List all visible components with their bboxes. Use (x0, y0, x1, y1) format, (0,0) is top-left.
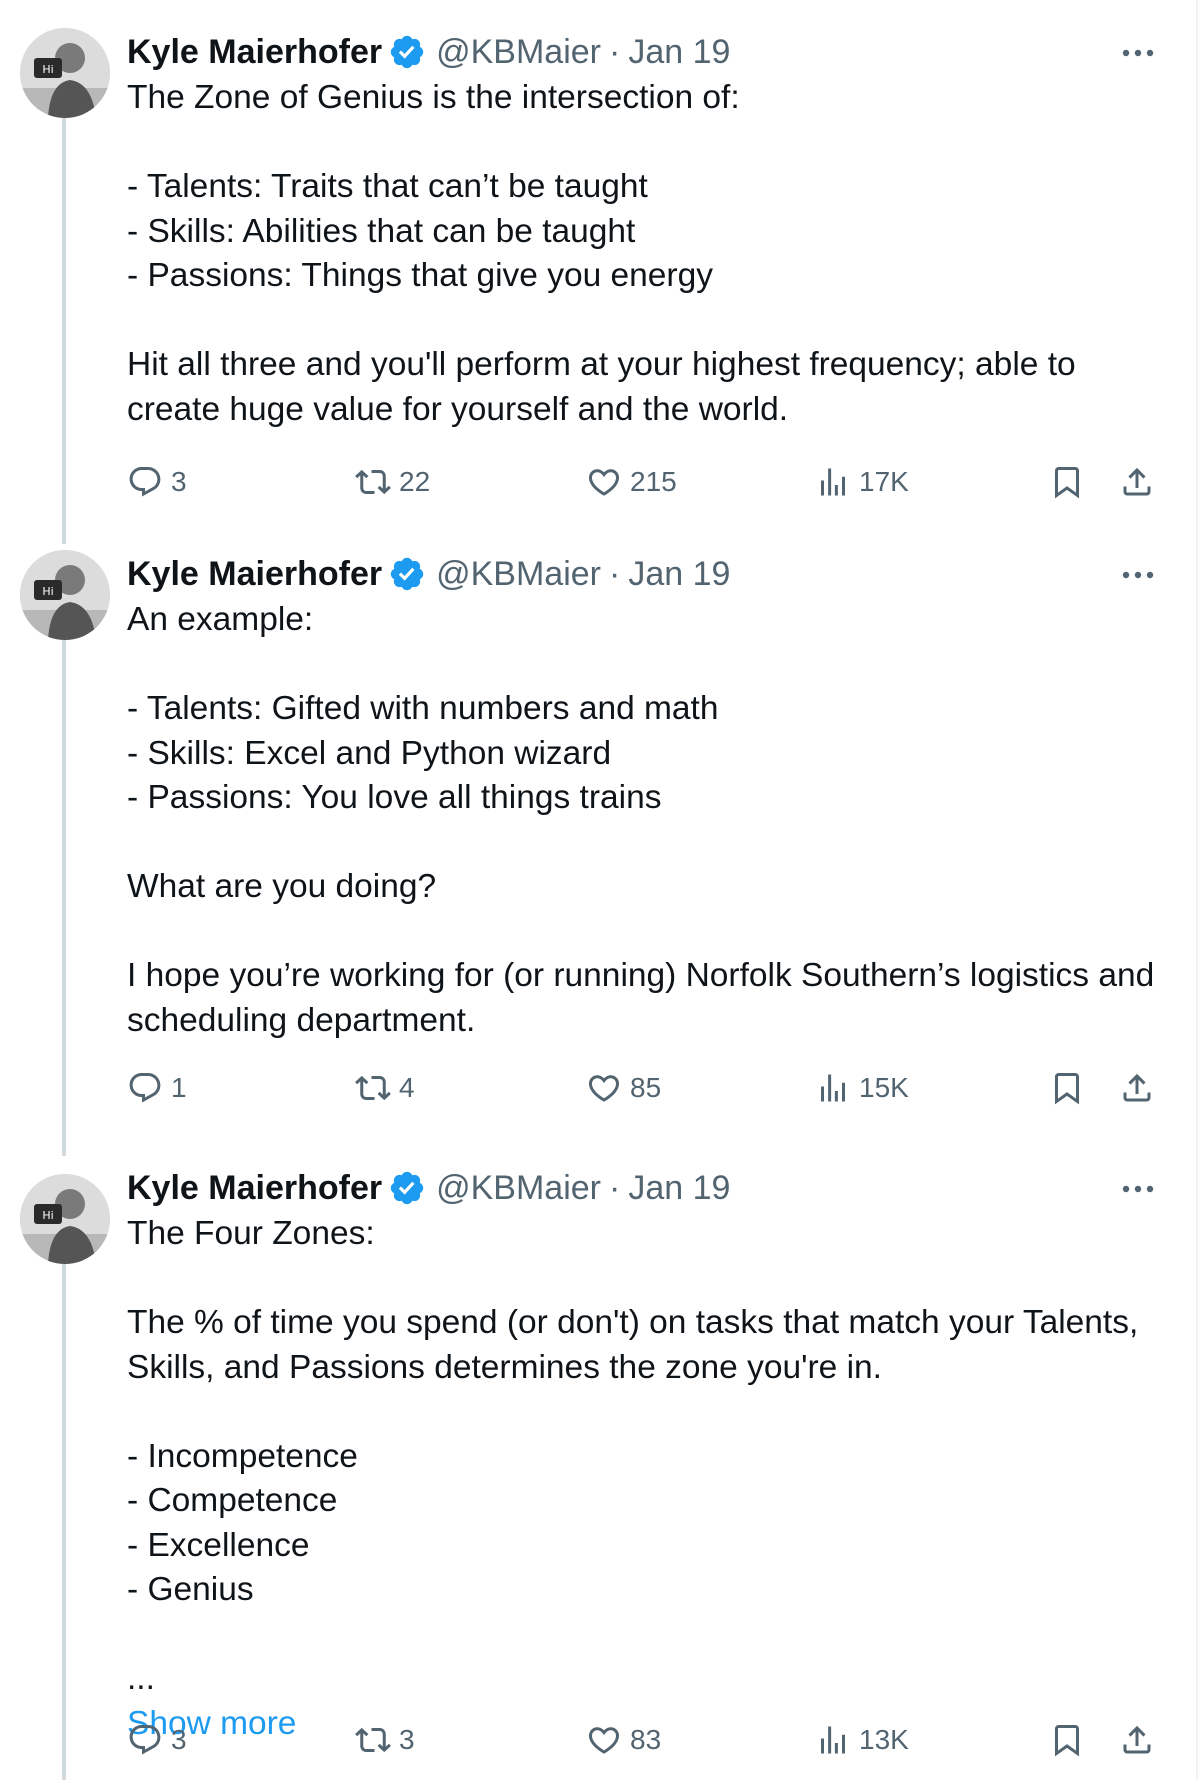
views-chart-icon (821, 468, 845, 496)
author-name[interactable]: Kyle Maierhofer (127, 1166, 382, 1210)
tweet-header: Kyle Maierhofer @KBMaier · Jan 19 (127, 552, 1158, 596)
author-name[interactable]: Kyle Maierhofer (127, 552, 382, 596)
retweet-button[interactable]: 4 (355, 1066, 415, 1110)
views-count: 15K (859, 1072, 909, 1103)
retweet-count: 4 (399, 1072, 415, 1103)
share-button[interactable] (1119, 1066, 1155, 1110)
tweet[interactable]: Hi Kyle Maierhofer @KBMaier · Jan 19 An … (0, 520, 1196, 1132)
like-count: 83 (630, 1724, 662, 1755)
more-horizontal-icon (1122, 1185, 1154, 1193)
tweet-actions: 3 3 83 13K (127, 1718, 1176, 1762)
bookmark-icon (1055, 1073, 1079, 1105)
share-icon (1123, 467, 1151, 496)
reply-button[interactable]: 3 (127, 460, 187, 504)
reply-button[interactable]: 1 (127, 1066, 187, 1110)
retweet-button[interactable]: 3 (355, 1718, 415, 1762)
author-name[interactable]: Kyle Maierhofer (127, 30, 382, 74)
reply-icon (129, 467, 161, 497)
views-button[interactable]: 17K (815, 460, 909, 504)
retweet-count: 3 (399, 1724, 415, 1755)
tweet-date[interactable]: Jan 19 (628, 552, 730, 596)
share-icon (1123, 1073, 1151, 1102)
like-button[interactable]: 85 (586, 1066, 661, 1110)
retweet-icon (355, 1727, 391, 1753)
bookmark-button[interactable] (1049, 1718, 1085, 1762)
reply-icon (129, 1073, 161, 1103)
separator-dot: · (608, 33, 621, 71)
separator-dot: · (608, 555, 621, 593)
more-horizontal-icon (1122, 571, 1154, 579)
heart-icon (588, 1075, 620, 1102)
views-button[interactable]: 15K (815, 1066, 909, 1110)
share-icon (1123, 1725, 1151, 1754)
tweet[interactable]: Hi Kyle Maierhofer @KBMaier · Jan 19 The… (0, 0, 1196, 520)
retweet-icon (355, 1075, 391, 1101)
author-handle[interactable]: @KBMaier (436, 30, 601, 74)
like-button[interactable]: 83 (586, 1718, 661, 1762)
reply-count: 1 (171, 1072, 187, 1103)
verified-badge-icon (388, 1169, 426, 1207)
like-button[interactable]: 215 (586, 460, 677, 504)
avatar-photo-icon: Hi (20, 28, 110, 118)
author-handle[interactable]: @KBMaier (436, 552, 601, 596)
avatar[interactable]: Hi (20, 28, 110, 118)
tweet-text: An example: - Talents: Gifted with numbe… (127, 601, 1155, 1039)
tweet-date[interactable]: Jan 19 (628, 30, 730, 74)
avatar[interactable]: Hi (20, 1174, 110, 1264)
views-button[interactable]: 13K (815, 1718, 909, 1762)
reply-button[interactable]: 3 (127, 1718, 187, 1762)
separator-dot: · (608, 1169, 621, 1207)
share-button[interactable] (1119, 460, 1155, 504)
bookmark-button[interactable] (1049, 1066, 1085, 1110)
more-options-button[interactable] (1118, 560, 1158, 590)
bookmark-button[interactable] (1049, 460, 1085, 504)
views-count: 17K (859, 466, 909, 497)
like-count: 85 (630, 1072, 662, 1103)
views-chart-icon (821, 1074, 845, 1102)
tweet-text: The Zone of Genius is the intersection o… (127, 79, 1076, 428)
avatar-photo-icon: Hi (20, 550, 110, 640)
more-options-button[interactable] (1118, 1174, 1158, 1204)
verified-badge-icon (388, 555, 426, 593)
tweet[interactable]: Hi Kyle Maierhofer @KBMaier · Jan 19 The… (0, 1136, 1196, 1780)
author-handle[interactable]: @KBMaier (436, 1166, 601, 1210)
verified-badge-icon (388, 33, 426, 71)
tweet-actions: 1 4 85 15K (127, 1066, 1176, 1110)
retweet-button[interactable]: 22 (355, 460, 430, 504)
svg-text:Hi: Hi (42, 1209, 53, 1222)
thread-timeline: Hi Kyle Maierhofer @KBMaier · Jan 19 The… (0, 0, 1198, 1780)
retweet-count: 22 (399, 466, 431, 497)
reply-count: 3 (171, 466, 187, 497)
heart-icon (588, 469, 620, 496)
bookmark-icon (1055, 1725, 1079, 1757)
more-options-button[interactable] (1118, 38, 1158, 68)
svg-text:Hi: Hi (42, 585, 53, 598)
tweet-text: The Four Zones: The % of time you spend … (127, 1215, 1139, 1697)
tweet-header: Kyle Maierhofer @KBMaier · Jan 19 (127, 30, 1158, 74)
tweet-actions: 3 22 215 17K (127, 460, 1176, 504)
avatar-photo-icon: Hi (20, 1174, 110, 1264)
tweet-date[interactable]: Jan 19 (628, 1166, 730, 1210)
reply-icon (129, 1725, 161, 1755)
avatar[interactable]: Hi (20, 550, 110, 640)
views-chart-icon (821, 1726, 845, 1754)
tweet-header: Kyle Maierhofer @KBMaier · Jan 19 (127, 1166, 1158, 1210)
like-count: 215 (630, 466, 677, 497)
views-count: 13K (859, 1724, 909, 1755)
share-button[interactable] (1119, 1718, 1155, 1762)
retweet-icon (355, 469, 391, 495)
heart-icon (588, 1727, 620, 1754)
reply-count: 3 (171, 1724, 187, 1755)
more-horizontal-icon (1122, 49, 1154, 57)
bookmark-icon (1055, 467, 1079, 499)
svg-text:Hi: Hi (42, 63, 53, 76)
